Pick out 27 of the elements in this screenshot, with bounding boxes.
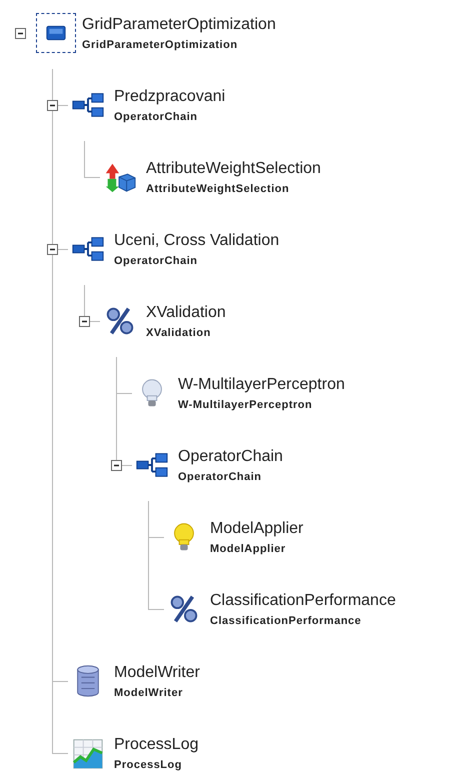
operator-name[interactable]: AttributeWeightSelection [146, 160, 321, 178]
operator-name[interactable]: W-MultilayerPerceptron [178, 376, 345, 394]
operator-name[interactable]: GridParameterOptimization [82, 16, 276, 34]
operator-type: ClassificationPerformance [210, 614, 362, 626]
operator-type: AttributeWeightSelection [146, 182, 290, 194]
operator-name[interactable]: ClassificationPerformance [210, 592, 396, 610]
operator-name[interactable]: ProcessLog [114, 736, 198, 754]
operator-name[interactable]: OperatorChain [178, 448, 283, 466]
operator-name[interactable]: Predzpracovani [114, 88, 226, 106]
operator-type: ModelWriter [114, 686, 184, 698]
operator-type: ModelApplier [210, 542, 287, 554]
operator-type: XValidation [146, 326, 212, 338]
collapse-toggle[interactable] [110, 460, 122, 470]
collapse-toggle[interactable] [46, 100, 58, 110]
operator-type: GridParameterOptimization [82, 38, 239, 50]
operator-type: OperatorChain [178, 470, 263, 482]
operator-type: OperatorChain [114, 110, 199, 122]
collapse-toggle[interactable] [46, 244, 58, 254]
collapse-toggle[interactable] [14, 28, 26, 38]
operator-name[interactable]: Uceni, Cross Validation [114, 232, 280, 250]
operator-type: W-MultilayerPerceptron [178, 398, 314, 410]
collapse-toggle[interactable] [78, 316, 90, 326]
operator-name[interactable]: XValidation [146, 304, 226, 322]
operator-name[interactable]: ModelApplier [210, 520, 304, 538]
operator-type: ProcessLog [114, 758, 183, 770]
operator-type: OperatorChain [114, 254, 199, 266]
operator-name[interactable]: ModelWriter [114, 664, 200, 682]
